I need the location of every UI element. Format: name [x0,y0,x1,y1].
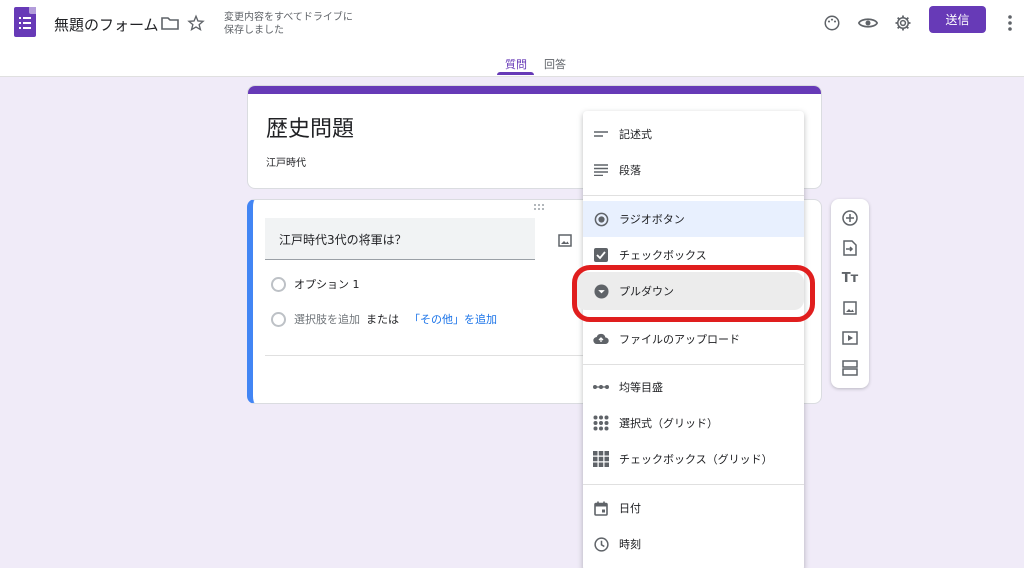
palette-icon[interactable] [822,13,842,33]
menu-item-label: チェックボックス（グリッド） [619,453,773,466]
menu-item-checkbox-grid[interactable]: チェックボックス（グリッド） [583,441,804,477]
menu-item-label: 記述式 [619,128,652,141]
menu-item-label: ラジオボタン [619,213,685,226]
menu-item-label: 均等目盛 [619,381,663,394]
google-forms-logo[interactable] [14,7,36,37]
add-option-link[interactable]: 選択肢を追加 [294,311,360,327]
question-type-menu: 記述式 段落 ラジオボタン チェックボックス プルダウン ファイルのアップロード [576,111,804,568]
add-image-icon[interactable] [558,232,572,247]
highlight-annotation [572,265,815,322]
active-tab-indicator [497,72,534,75]
add-other-link[interactable]: 「その他」を追加 [409,311,497,327]
menu-item-label: チェックボックス [619,249,707,262]
form-accent-bar [248,86,821,94]
option-label[interactable]: オプション 1 [294,276,360,292]
import-questions-icon[interactable] [842,240,858,256]
menu-item-paragraph[interactable]: 段落 [583,152,804,188]
tab-questions[interactable]: 質問 [505,56,527,72]
menu-separator [583,195,804,196]
radio-circle-icon [271,276,286,292]
menu-item-short-text[interactable]: 記述式 [583,116,804,152]
tab-responses[interactable]: 回答 [544,56,566,72]
menu-item-linear-scale[interactable]: 均等目盛 [583,369,804,405]
menu-item-radio[interactable]: ラジオボタン [583,201,804,237]
drag-handle-icon[interactable] [534,204,546,212]
calendar-icon [593,500,609,516]
option-row[interactable]: オプション 1 [271,276,360,292]
form-description[interactable]: 江戸時代 [266,154,306,169]
linear-scale-icon [593,379,609,395]
menu-item-label: 日付 [619,502,641,515]
floating-toolbar: Tт [831,199,869,388]
cloud-upload-icon [593,331,609,347]
save-status: 変更内容をすべてドライブに保存しました [224,12,353,36]
checkbox-icon [593,247,609,263]
add-image-icon[interactable] [842,300,858,316]
menu-separator [583,484,804,485]
menu-item-file-upload[interactable]: ファイルのアップロード [583,321,804,357]
menu-separator [583,364,804,365]
clock-icon [593,536,609,552]
folder-icon[interactable] [160,13,180,33]
form-title[interactable]: 歴史問題 [266,111,354,143]
add-question-icon[interactable] [842,210,858,226]
question-title-input[interactable]: 江戸時代3代の将軍は？ [265,218,535,260]
send-button[interactable]: 送信 [929,6,986,33]
menu-item-time[interactable]: 時刻 [583,526,804,562]
menu-item-label: 時刻 [619,538,641,551]
menu-item-label: 選択式（グリッド） [619,417,718,430]
add-option-row: 選択肢を追加 または 「その他」を追加 [271,311,497,327]
grid-squares-icon [593,451,609,467]
menu-item-label: ファイルのアップロード [619,333,740,346]
or-label: または [366,313,399,326]
add-video-icon[interactable] [842,330,858,346]
menu-item-multiple-choice-grid[interactable]: 選択式（グリッド） [583,405,804,441]
more-vert-icon[interactable] [1000,13,1020,33]
short-text-icon [593,126,609,142]
paragraph-icon [593,162,609,178]
radio-button-icon [593,211,609,227]
grid-dots-icon [593,415,609,431]
settings-gear-icon[interactable] [893,13,913,33]
add-title-text-icon[interactable]: Tт [842,270,858,286]
menu-item-label: 段落 [619,164,641,177]
radio-circle-icon [271,311,286,327]
app-header: 無題のフォーム 変更内容をすべてドライブに保存しました 送信 質問 回答 [0,0,1024,77]
question-divider [265,355,595,356]
star-icon[interactable] [186,13,206,33]
menu-item-date[interactable]: 日付 [583,490,804,526]
preview-eye-icon[interactable] [858,13,878,33]
document-title[interactable]: 無題のフォーム [54,14,159,35]
add-section-icon[interactable] [842,360,858,376]
